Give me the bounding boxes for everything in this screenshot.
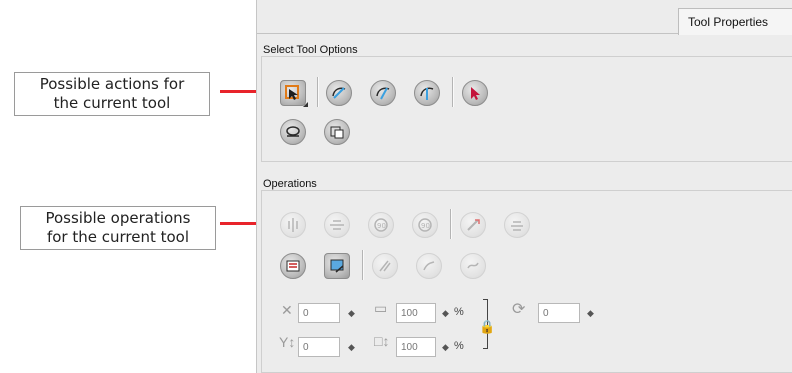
brush-to-pencil-icon[interactable] (460, 253, 486, 279)
select-tool-options-title: Select Tool Options (263, 44, 358, 56)
callout-actions-line2: the current tool (53, 94, 171, 112)
tab-tool-properties[interactable]: Tool Properties (678, 8, 792, 35)
callout-operations-line1: Possible operations (45, 209, 191, 227)
select-mode-icon[interactable] (280, 80, 308, 107)
flatten-icon[interactable] (324, 253, 350, 279)
callout-actions-line1: Possible actions for (39, 75, 185, 93)
y-spinner[interactable]: ◆ (348, 342, 355, 352)
callout-operations: Possible operations for the current tool (20, 206, 216, 250)
select-options-separator-2 (452, 77, 454, 107)
tool-properties-panel: Tool Properties Select Tool Options Oper… (256, 0, 792, 373)
y-axis-icon: Y↕ (279, 334, 296, 350)
width-spinner[interactable]: ◆ (442, 308, 449, 318)
svg-text:90: 90 (421, 222, 430, 230)
pencil-to-brush-icon[interactable] (416, 253, 442, 279)
optimize-icon[interactable] (504, 212, 530, 238)
y-field[interactable]: 0 (298, 337, 340, 357)
operations-group: 90 90 ✕ 0 ◆ ▭ 100 ◆ % 🔒 ⟳ 0 ◆ Y↕ 0 ◆ □↕ … (261, 190, 792, 373)
width-percent: % (454, 306, 464, 318)
snap-to-contour-icon[interactable] (280, 119, 306, 145)
operations-title: Operations (263, 178, 317, 190)
cutter-icon[interactable] (372, 253, 398, 279)
height-icon: □↕ (374, 333, 390, 349)
x-axis-icon: ✕ (281, 302, 293, 318)
rotation-icon: ⟳ (512, 301, 526, 318)
create-colour-art-icon[interactable] (280, 253, 306, 279)
angle-spinner[interactable]: ◆ (587, 308, 594, 318)
select-by-color-icon[interactable] (414, 80, 440, 106)
width-field[interactable]: 100 (396, 303, 436, 323)
operations-separator-1 (450, 209, 452, 239)
smooth-icon[interactable] (460, 212, 486, 238)
angle-field[interactable]: 0 (538, 303, 580, 323)
callout-operations-line2: for the current tool (46, 228, 190, 246)
flip-horizontal-icon[interactable] (280, 212, 306, 238)
svg-text:90: 90 (377, 222, 386, 230)
height-spinner[interactable]: ◆ (442, 342, 449, 352)
lasso-select-icon[interactable] (326, 80, 352, 106)
operations-separator-2 (362, 250, 364, 280)
sub-select-icon[interactable] (324, 119, 350, 145)
select-tool-options-group (261, 56, 792, 162)
rotate-ccw-icon[interactable]: 90 (368, 212, 394, 238)
rotate-cw-icon[interactable]: 90 (412, 212, 438, 238)
tab-bar: Tool Properties (257, 0, 792, 35)
height-field[interactable]: 100 (396, 337, 436, 357)
lock-icon[interactable]: 🔒 (479, 319, 495, 335)
selection-arrow-icon[interactable] (462, 80, 488, 106)
callout-actions: Possible actions for the current tool (14, 72, 210, 116)
marquee-select-icon[interactable] (370, 80, 396, 106)
x-field[interactable]: 0 (298, 303, 340, 323)
x-spinner[interactable]: ◆ (348, 308, 355, 318)
select-options-separator-1 (317, 77, 319, 107)
flip-vertical-icon[interactable] (324, 212, 350, 238)
height-percent: % (454, 340, 464, 352)
width-icon: ▭ (374, 300, 388, 316)
